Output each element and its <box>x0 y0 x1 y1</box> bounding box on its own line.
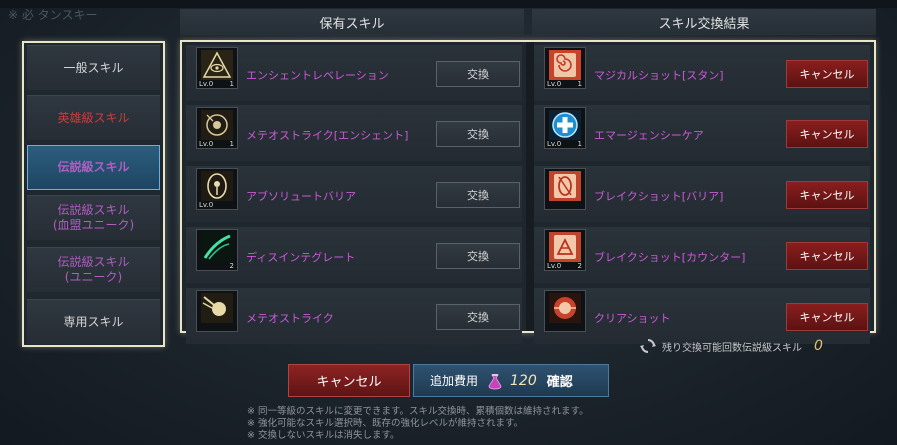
confirm-label: 確認 <box>546 375 573 390</box>
category-item[interactable]: 伝説級スキル (血盟ユニーク) <box>27 195 160 240</box>
category-item[interactable]: 伝説級スキル (ユニーク) <box>27 247 160 292</box>
currency-bag-icon <box>488 373 502 389</box>
owned-skill-row: Lv.0 アブソリュートバリア 交換 <box>186 166 522 222</box>
skill-level: Lv.0 <box>547 140 562 148</box>
result-skill-row: Lv.0 1 マジカルショット[スタン] キャンセル <box>534 45 870 101</box>
skill-level: Lv.0 <box>547 80 562 88</box>
exchange-button[interactable]: 交換 <box>436 304 520 330</box>
cancel-exchange-button[interactable]: キャンセル <box>786 242 868 270</box>
skill-count: 1 <box>577 140 582 148</box>
note-line: ※ 交換しないスキルは消失します。 <box>247 430 400 441</box>
skill-name: ブレイクショット[バリア] <box>594 190 724 203</box>
skill-count: 1 <box>229 140 234 148</box>
column-divider <box>526 42 534 331</box>
skill-name: アブソリュートバリア <box>246 190 356 203</box>
cancel-exchange-button[interactable]: キャンセル <box>786 120 868 148</box>
exchange-button[interactable]: 交換 <box>436 243 520 269</box>
cancel-exchange-button[interactable]: キャンセル <box>786 303 868 331</box>
break-counter-icon: Lv.0 2 <box>544 229 586 271</box>
result-skill-row: Lv.0 1 エマージェンシーケア キャンセル <box>534 105 870 161</box>
owned-skill-row: Lv.0 1 エンシェントレベレーション 交換 <box>186 45 522 101</box>
remaining-label: 残り交換可能回数伝説級スキル <box>662 342 802 354</box>
exchange-result-header: スキル交換結果 <box>532 9 876 35</box>
extra-cost-label: 追加費用 <box>430 374 479 388</box>
medical-cross-icon: Lv.0 1 <box>544 107 586 149</box>
exchange-button[interactable]: 交換 <box>436 121 520 147</box>
spiral-scroll-icon: Lv.0 1 <box>544 47 586 89</box>
owned-skill-row: Lv.0 1 メテオストライク[エンシェント] 交換 <box>186 105 522 161</box>
skill-name: エマージェンシーケア <box>594 129 704 142</box>
skill-name: クリアショット <box>594 312 671 325</box>
meteor-icon <box>196 290 238 332</box>
skill-level: Lv.0 <box>199 140 214 148</box>
remaining-count: 0 <box>814 338 823 354</box>
skill-level: Lv.0 <box>199 201 214 209</box>
skill-count: 2 <box>577 262 582 270</box>
result-skill-row: クリアショット キャンセル <box>534 288 870 344</box>
meteor-ring-icon: Lv.0 1 <box>196 107 238 149</box>
result-skill-row: ブレイクショット[バリア] キャンセル <box>534 166 870 222</box>
skill-level: Lv.0 <box>547 262 562 270</box>
skill-count: 2 <box>229 262 234 270</box>
result-skill-row: Lv.0 2 ブレイクショット[カウンター] キャンセル <box>534 227 870 283</box>
remaining-exchanges: 残り交換可能回数伝説級スキル 0 <box>640 338 823 354</box>
background-title: ※ 必 タンスキー <box>8 8 98 22</box>
skill-category-menu: 一般スキル英雄級スキル 伝説級スキル 伝説級スキル (血盟ユニーク) 伝説級スキル (… <box>22 41 165 347</box>
skill-count: 1 <box>229 80 234 88</box>
cancel-button[interactable]: キャンセル <box>288 364 410 397</box>
skill-name: ディスインテグレート <box>246 251 356 264</box>
skill-name: メテオストライク <box>246 312 334 325</box>
confirm-button[interactable]: 追加費用 120 確認 <box>413 364 609 397</box>
skill-name: ブレイクショット[カウンター] <box>594 251 746 264</box>
skill-name: メテオストライク[エンシェント] <box>246 129 409 142</box>
green-slash-icon: 2 <box>196 229 238 271</box>
category-item[interactable]: 伝説級スキル <box>27 145 160 190</box>
skill-count: 1 <box>577 80 582 88</box>
barrier-icon: Lv.0 <box>196 168 238 210</box>
clear-shot-icon <box>544 290 586 332</box>
eye-pyramid-icon: Lv.0 1 <box>196 47 238 89</box>
cancel-exchange-button[interactable]: キャンセル <box>786 181 868 209</box>
cancel-exchange-button[interactable]: キャンセル <box>786 60 868 88</box>
skill-level: Lv.0 <box>199 80 214 88</box>
notes: ※ 同一等級のスキルに変更できます。スキル交換時、累積個数は維持されます。 ※ 強… <box>247 406 589 442</box>
extra-cost-value: 120 <box>510 372 537 389</box>
skill-name: エンシェントレベレーション <box>246 69 389 82</box>
exchange-button[interactable]: 交換 <box>436 61 520 87</box>
skill-name: マジカルショット[スタン] <box>594 69 724 82</box>
category-item[interactable]: 専用スキル <box>27 299 160 344</box>
exchange-button[interactable]: 交換 <box>436 182 520 208</box>
break-barrier-icon <box>544 168 586 210</box>
top-strip <box>0 0 897 8</box>
owned-skill-row: メテオストライク 交換 <box>186 288 522 344</box>
note-line: ※ 同一等級のスキルに変更できます。スキル交換時、累積個数は維持されます。 <box>247 406 589 417</box>
owned-skills-header: 保有スキル <box>180 9 524 35</box>
skill-exchange-panel: Lv.0 1 エンシェントレベレーション 交換 Lv.0 1 メテオストライク[エンシェント… <box>180 40 876 344</box>
owned-skill-row: 2 ディスインテグレート 交換 <box>186 227 522 283</box>
category-item[interactable]: 英雄級スキル <box>27 95 160 140</box>
refresh-icon <box>640 339 656 353</box>
note-line: ※ 強化可能なスキル選択時、既存の強化レベルが維持されます。 <box>247 418 524 429</box>
category-item[interactable]: 一般スキル <box>27 45 160 90</box>
